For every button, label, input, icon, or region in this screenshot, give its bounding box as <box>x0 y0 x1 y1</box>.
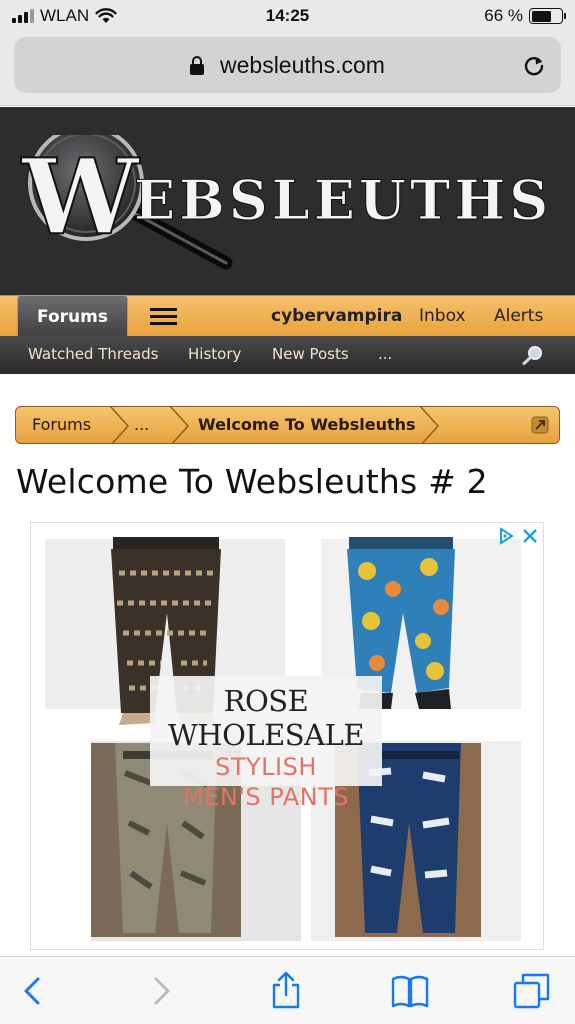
address-bar[interactable]: websleuths.com <box>14 37 561 93</box>
sub-nav: Watched Threads History New Posts ... <box>0 336 575 374</box>
site-header: W EBSLEUTHS <box>0 107 575 295</box>
ad-brand: ROSE WHOLESALE <box>167 684 365 752</box>
lock-icon <box>190 56 204 75</box>
subnav-watched-threads[interactable]: Watched Threads <box>28 345 158 363</box>
breadcrumb-separator-icon <box>419 407 440 443</box>
close-ad-icon[interactable] <box>521 527 539 545</box>
logo-letter: W <box>21 135 141 258</box>
nav-username[interactable]: cybervampira <box>271 306 402 326</box>
ad-headline-2: MEN'S PANTS <box>183 783 349 811</box>
subnav-more[interactable]: ... <box>378 345 392 363</box>
advertisement[interactable]: ROSE WHOLESALE STYLISH MEN'S PANTS <box>30 522 544 950</box>
search-icon[interactable] <box>522 345 544 365</box>
hamburger-menu-icon[interactable] <box>150 308 177 326</box>
url-text: websleuths.com <box>220 52 385 78</box>
jump-to-icon[interactable] <box>531 416 549 434</box>
forward-icon[interactable] <box>140 971 180 1011</box>
breadcrumb: Forums ... Welcome To Websleuths <box>15 406 560 444</box>
bookmarks-icon[interactable] <box>390 971 430 1011</box>
breadcrumb-separator-icon <box>169 407 190 443</box>
battery-group: 66 % <box>484 6 566 26</box>
battery-level <box>531 10 551 22</box>
ad-headline-1: STYLISH <box>215 753 317 781</box>
ad-choices[interactable] <box>497 527 539 545</box>
tab-forums[interactable]: Forums <box>17 295 128 338</box>
browser-address-area: websleuths.com <box>0 32 575 106</box>
reload-icon[interactable] <box>521 53 547 79</box>
subnav-new-posts[interactable]: New Posts <box>272 345 349 363</box>
subnav-history[interactable]: History <box>188 345 241 363</box>
ad-choices-icon[interactable] <box>497 527 515 545</box>
battery-percent: 66 % <box>484 6 523 25</box>
ad-text-overlay: ROSE WHOLESALE STYLISH MEN'S PANTS <box>150 676 382 811</box>
breadcrumb-current[interactable]: Welcome To Websleuths <box>198 415 416 434</box>
page-title: Welcome To Websleuths # 2 <box>16 462 488 501</box>
nav-alerts[interactable]: Alerts <box>494 306 543 326</box>
share-icon[interactable] <box>266 971 306 1011</box>
breadcrumb-ellipsis[interactable]: ... <box>134 415 149 434</box>
nav-inbox[interactable]: Inbox <box>419 306 466 326</box>
websleuths-logo[interactable]: W EBSLEUTHS <box>16 135 561 275</box>
tabs-icon[interactable] <box>512 971 552 1011</box>
browser-toolbar <box>0 956 575 1024</box>
status-bar: WLAN 14:25 66 % <box>0 0 575 32</box>
main-nav: Forums cybervampira Inbox Alerts <box>0 295 575 338</box>
breadcrumb-forums[interactable]: Forums <box>32 415 91 434</box>
breadcrumb-separator-icon <box>109 407 130 443</box>
logo-text: EBSLEUTHS <box>134 168 552 232</box>
back-icon[interactable] <box>14 971 54 1011</box>
battery-icon <box>529 8 566 24</box>
